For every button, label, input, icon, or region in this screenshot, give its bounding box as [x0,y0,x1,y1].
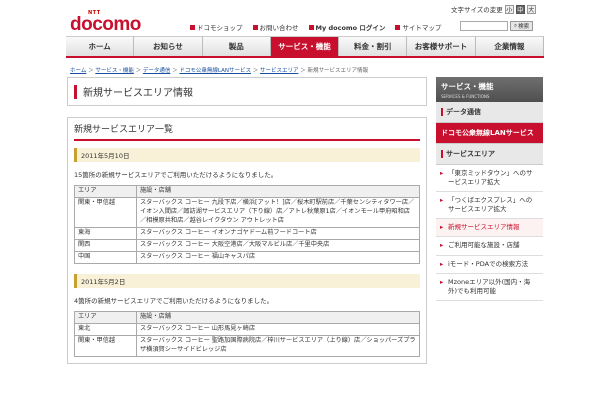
update-note: 4箇所の新規サービスエリアでご利用いただけるようになりました。 [74,296,274,305]
sidebar-item-label: データ通信 [446,108,481,116]
table-row: 中国 スターバックス コーヒー 福山キャスパ店 [74,250,420,264]
font-size-label: 文字サイズの変更 [451,6,503,14]
table-row: 関東・甲信越 スターバックス コーヒー 聖路加国際病院店／梓川サービスエリア（上… [74,334,420,357]
sidebar-subtitle: SERVICES & FUNCTIONS [441,94,490,99]
font-size-small-button[interactable]: 小 [504,4,514,14]
search-box: ⌕ 検索 [460,21,534,31]
area-table: エリア 施設・店舗 関東・甲信越 スターバックス コーヒー 九段下店／横浜[アッ… [74,185,420,264]
util-label: お問い合わせ [259,24,299,32]
sidebar-item-label: サービスエリア [446,150,495,158]
date-heading: 2011年5月10日 [74,148,420,162]
gnav-products[interactable]: 製品 [202,36,271,56]
section-title: 新規サービスエリア一覧 [74,122,420,141]
util-contact[interactable]: お問い合わせ [252,22,299,32]
page-title-box: 新規サービスエリア情報 [67,77,427,106]
area-cell: 東北 [74,322,137,336]
gnav-support[interactable]: お客様サポート [407,36,476,56]
search-button-label: 検索 [518,24,530,30]
breadcrumb: ホーム ＞ サービス・機能 ＞ データ通信 ＞ ドコモ公衆無線LANサービス ＞… [70,68,368,74]
title-accent [74,84,77,99]
gnav-news[interactable]: お知らせ [134,36,203,56]
bullet-icon [441,108,443,116]
col-area: エリア [74,185,137,198]
area-cell: 関西 [74,238,137,252]
stores-cell: スターバックス コーヒー イオンナゴヤドーム前フードコート店 [136,226,420,240]
sidebar-item-midtown[interactable]: 「東京ミッドタウン」へのサービスエリア拡大 [436,165,543,193]
gnav-services[interactable]: サービス・機能 [270,36,340,56]
breadcrumb-link[interactable]: データ通信 [143,68,171,74]
sidebar-item-tsukuba[interactable]: 「つくばエクスプレス」へのサービスエリア拡大 [436,192,543,220]
arrow-icon [395,24,401,30]
table-header-row: エリア 施設・店舗 [74,185,420,198]
update-note: 15箇所の新規サービスエリアでご利用いただけるようになりました。 [74,171,278,179]
breadcrumb-link[interactable]: ドコモ公衆無線LANサービス [179,68,251,74]
breadcrumb-link[interactable]: ホーム [70,68,86,74]
util-sitemap[interactable]: サイトマップ [395,22,441,32]
search-input[interactable] [460,21,508,31]
breadcrumb-current: 新規サービスエリア情報 [307,68,368,74]
stores-cell: スターバックス コーヒー 九段下店／横浜[アット！]店／桜木町駅前店／千葉センシ… [136,196,420,228]
breadcrumb-link[interactable]: サービスエリア [260,68,299,74]
col-area: エリア [74,310,137,324]
table-row: 関西 スターバックス コーヒー 大阪空港店／大阪マルビル店／千里中央店 [74,238,420,252]
stores-cell: スターバックス コーヒー 福山キャスパ店 [136,250,420,264]
stores-cell: スターバックス コーヒー 大阪空港店／大阪マルビル店／千里中央店 [136,238,420,252]
page-title: 新規サービスエリア情報 [83,88,193,99]
area-cell: 関東・甲信越 [74,334,137,357]
font-size-medium-button[interactable]: 中 [515,4,525,14]
sidebar-item-facilities[interactable]: ご利用可能な施設・店舗 [436,237,543,256]
bullet-icon [441,150,443,158]
breadcrumb-link[interactable]: サービス・機能 [95,68,134,74]
global-nav: ホーム お知らせ 製品 サービス・機能 料金・割引 お客様サポート 企業情報 [66,36,544,58]
sidebar-title: サービス・機能 [441,82,494,91]
table-row: 東海 スターバックス コーヒー イオンナゴヤドーム前フードコート店 [74,226,420,240]
area-cell: 中国 [74,250,137,264]
stores-cell: スターバックス コーヒー 聖路加国際病院店／梓川サービスエリア（上り線）店／ショ… [136,334,420,357]
sidebar-item-area[interactable]: サービスエリア [436,144,543,165]
util-label: My docomo ログイン [315,24,386,32]
sidebar-item-wlan[interactable]: ドコモ公衆無線LANサービス [436,123,543,144]
utility-links: ドコモショップ お問い合わせ My docomo ログイン サイトマップ [190,22,441,32]
util-mydocomo-login[interactable]: My docomo ログイン [308,22,386,32]
area-cell: 東海 [74,226,137,240]
col-stores: 施設・店舗 [136,185,420,198]
sidebar-item-new-area[interactable]: 新規サービスエリア情報 [436,219,543,238]
sidebar-item-label: ドコモ公衆無線LANサービス [441,129,534,137]
gnav-home[interactable]: ホーム [66,36,135,56]
sidebar: サービス・機能 SERVICES & FUNCTIONS データ通信 ドコモ公衆… [436,77,543,301]
sidebar-item-data[interactable]: データ通信 [436,102,543,123]
table-header-row: エリア 施設・店舗 [74,310,420,324]
search-icon: ⌕ [514,22,518,29]
sidebar-item-mzone[interactable]: Mzoneエリア以外(国内・海外)でも利用可能 [436,273,543,301]
gnav-pricing[interactable]: 料金・割引 [339,36,408,56]
area-list-section: 新規サービスエリア一覧 2011年5月10日 15箇所の新規サービスエリアでご利… [67,117,427,364]
col-stores: 施設・店舗 [136,310,420,324]
gnav-corporate[interactable]: 企業情報 [475,36,544,56]
main-content: 新規サービスエリア情報 新規サービスエリア一覧 2011年5月10日 15箇所の… [67,77,427,364]
date-heading: 2011年5月2日 [74,273,420,288]
area-cell: 関東・甲信越 [74,196,137,228]
util-docomo-shop[interactable]: ドコモショップ [190,22,243,32]
table-row: 関東・甲信越 スターバックス コーヒー 九段下店／横浜[アット！]店／桜木町駅前… [74,196,420,228]
arrow-icon [190,24,195,30]
search-button[interactable]: ⌕ 検索 [510,21,534,31]
logo-wordmark: docomo [70,14,141,35]
sidebar-header: サービス・機能 SERVICES & FUNCTIONS [436,77,543,102]
util-label: サイトマップ [402,24,442,32]
sidebar-item-imode[interactable]: iモード・PDAでの検索方法 [436,255,543,274]
font-size-changer: 文字サイズの変更 小 中 大 [451,4,536,14]
area-table: エリア 施設・店舗 東北 スターバックス コーヒー 山形馬見ヶ崎店 関東・甲信越… [74,310,420,357]
lock-icon [308,24,314,30]
arrow-icon [252,24,258,30]
font-size-large-button[interactable]: 大 [526,4,536,14]
util-label: ドコモショップ [197,24,243,32]
stores-cell: スターバックス コーヒー 山形馬見ヶ崎店 [136,322,420,336]
table-row: 東北 スターバックス コーヒー 山形馬見ヶ崎店 [74,322,420,336]
